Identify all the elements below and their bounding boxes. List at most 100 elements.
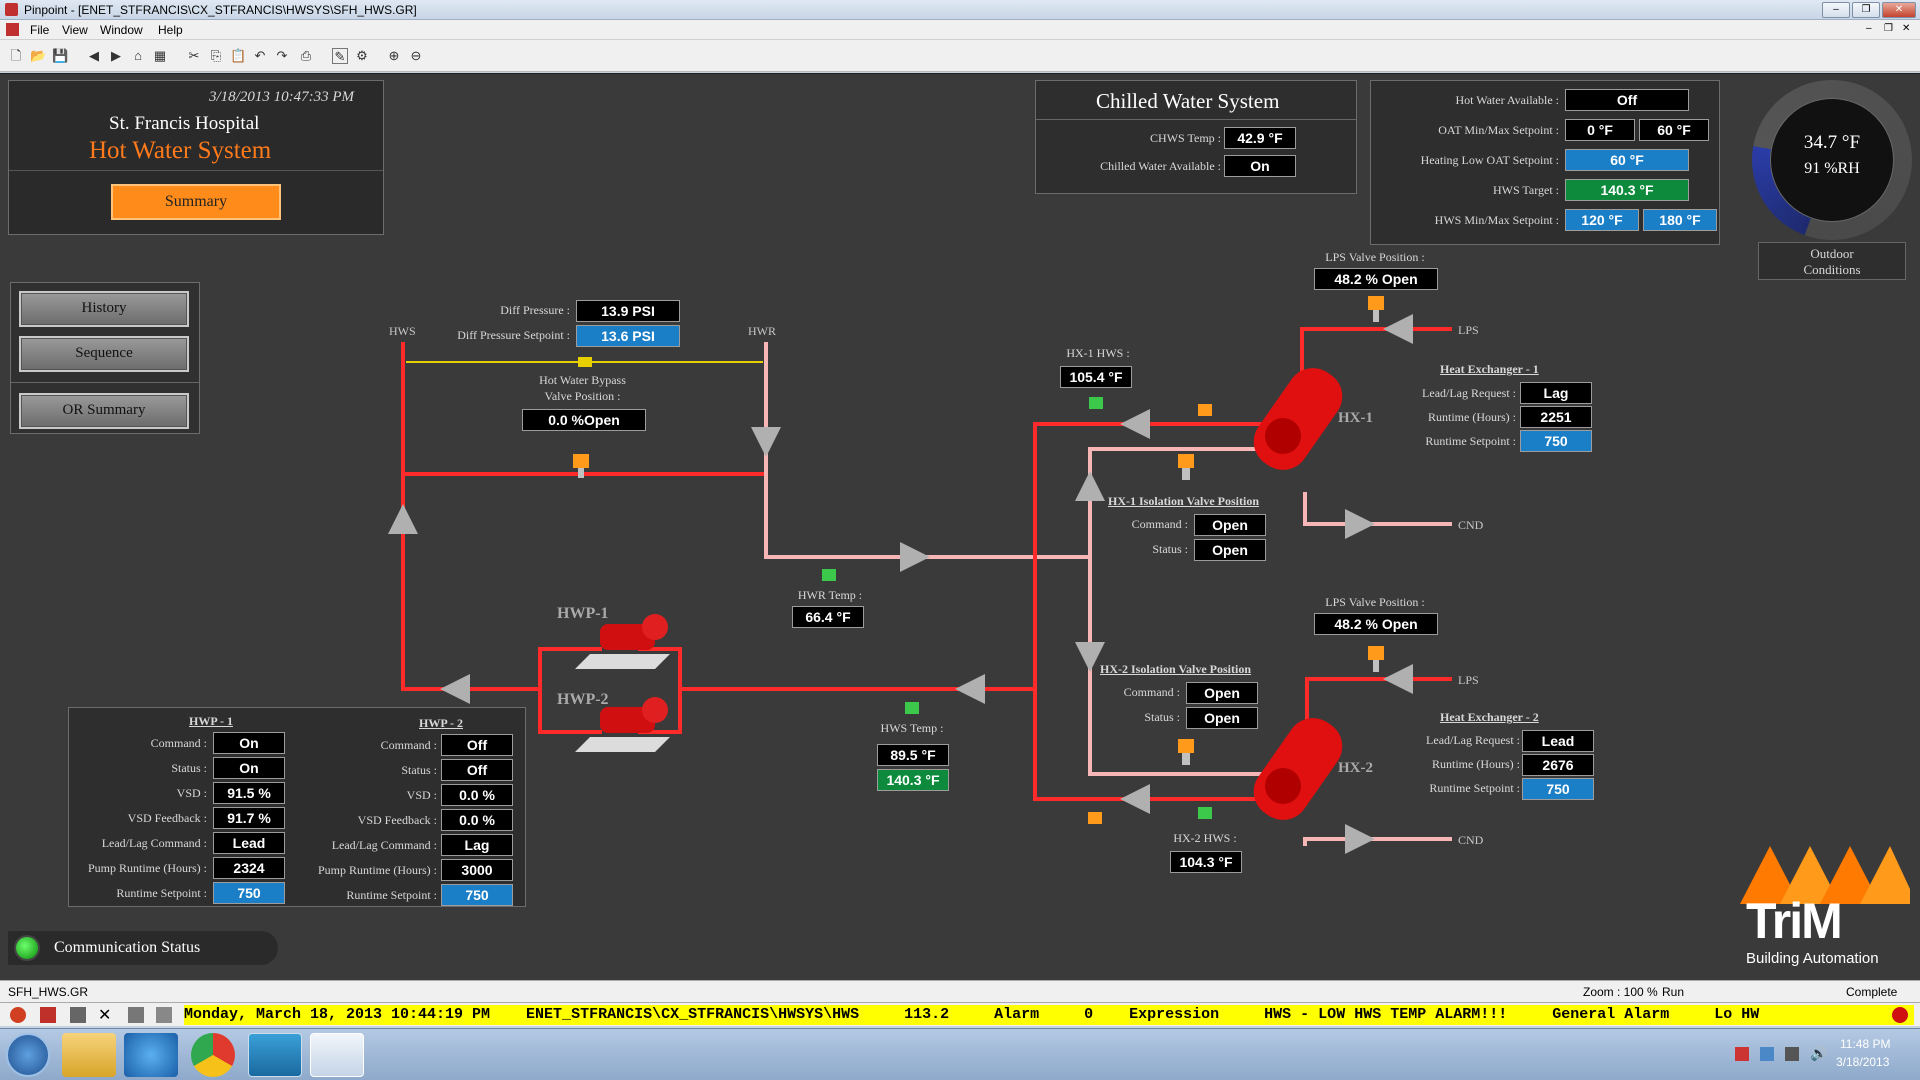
window-title: Pinpoint - [ENET_STFRANCIS\CX_STFRANCIS\… xyxy=(24,3,417,17)
outdoor-conditions[interactable]: 34.7 °F 91 %RH Outdoor Conditions xyxy=(1752,80,1912,285)
hx1-leadlag-value: Lag xyxy=(1520,382,1592,404)
alarm-list-icon[interactable] xyxy=(70,1007,86,1023)
menu-view[interactable]: View xyxy=(62,23,88,37)
hx1-iso-title: HX-1 Isolation Valve Position xyxy=(1108,494,1260,508)
hws-temp-label: HWS Temp : xyxy=(880,721,944,735)
save-icon[interactable]: 💾 xyxy=(52,48,68,64)
lps-valve-1-value: 48.2 % Open xyxy=(1314,268,1438,290)
hwp1-runtime-sp-value[interactable]: 750 xyxy=(213,882,285,904)
taskbar-time[interactable]: 11:48 PM xyxy=(1840,1037,1890,1051)
diff-pressure-setpoint-label: Diff Pressure Setpoint : xyxy=(457,328,570,342)
hws-min-value[interactable]: 120 °F xyxy=(1565,209,1639,231)
mdi-close-button[interactable]: ✕ xyxy=(1902,23,1910,34)
minimize-button[interactable]: ‒ xyxy=(1822,2,1850,18)
copy-icon[interactable]: ⎘ xyxy=(208,48,224,64)
chilled-available-label: Chilled Water Available : xyxy=(1100,159,1221,173)
hws-max-value[interactable]: 180 °F xyxy=(1643,209,1717,231)
edit-icon[interactable]: ✎ xyxy=(332,48,348,64)
print-icon[interactable]: ⎙ xyxy=(298,48,314,64)
hws-minmax-label: HWS Min/Max Setpoint : xyxy=(1434,213,1559,227)
start-button[interactable] xyxy=(6,1033,50,1077)
alarm-status-icon xyxy=(1892,1007,1908,1023)
hws-temp-value: 89.5 °F xyxy=(877,744,949,766)
redo-icon[interactable]: ↷ xyxy=(274,48,290,64)
hx2-iso-command-label: Command : xyxy=(1123,685,1180,699)
tray-volume-icon[interactable] xyxy=(1785,1047,1799,1061)
undo-icon[interactable]: ↶ xyxy=(252,48,268,64)
lps-valve-2-label: LPS Valve Position : xyxy=(1325,595,1425,609)
summary-button[interactable]: Summary xyxy=(111,184,281,220)
cut-icon[interactable]: ✂ xyxy=(186,48,202,64)
hwp2-vsd-label: VSD : xyxy=(406,788,437,802)
zoom-out-icon[interactable]: ⊖ xyxy=(408,48,424,64)
hw-available-label: Hot Water Available : xyxy=(1455,93,1559,107)
ie-taskbar-icon[interactable] xyxy=(124,1033,178,1077)
menu-window[interactable]: Window xyxy=(100,23,143,37)
timestamp: 3/18/2013 10:47:33 PM xyxy=(209,89,354,105)
hwp-2-name: HWP-2 xyxy=(557,691,609,708)
hx2-runtime-label: Runtime (Hours) : xyxy=(1432,757,1520,771)
hx1-runtime-label: Runtime (Hours) : xyxy=(1428,410,1516,424)
heating-low-oat-value[interactable]: 60 °F xyxy=(1565,149,1689,171)
app-taskbar-icon[interactable] xyxy=(248,1033,302,1077)
alarm-bell-icon[interactable] xyxy=(10,1007,26,1023)
back-icon[interactable]: ◀ xyxy=(86,48,102,64)
hwr-temp-value: 66.4 °F xyxy=(792,606,864,628)
sequence-button[interactable]: Sequence xyxy=(19,336,189,372)
chrome-taskbar-icon[interactable] xyxy=(191,1033,235,1077)
paste-icon[interactable]: 📋 xyxy=(230,48,246,64)
menu-file[interactable]: File xyxy=(30,23,49,37)
pinpoint-taskbar-icon[interactable] xyxy=(310,1033,364,1077)
hx1-leadlag-label: Lead/Lag Request : xyxy=(1422,386,1516,400)
bypass-value: 0.0 %Open xyxy=(522,409,646,431)
or-summary-button[interactable]: OR Summary xyxy=(19,393,189,429)
alarm-clear-icon[interactable]: ✕ xyxy=(98,1005,111,1025)
hx1-iso-status-label: Status : xyxy=(1152,542,1188,556)
chilled-available-value: On xyxy=(1224,155,1296,177)
mdi-restore-button[interactable]: ❐ xyxy=(1884,23,1893,34)
alarm-settings-icon[interactable] xyxy=(156,1007,172,1023)
explorer-taskbar-icon[interactable] xyxy=(62,1033,116,1077)
hwp2-leadlag-value: Lag xyxy=(441,834,513,856)
restore-button[interactable]: ❐ xyxy=(1852,2,1880,18)
run-icon[interactable]: ⚙ xyxy=(354,48,370,64)
tray-network-icon[interactable] xyxy=(1760,1047,1774,1061)
tray-speaker-icon[interactable]: 🔊 xyxy=(1810,1045,1827,1062)
hx1-hws-label: HX-1 HWS : xyxy=(1066,346,1130,360)
hwp1-status-label: Status : xyxy=(171,761,207,775)
hx1-runtime-sp-label: Runtime Setpoint : xyxy=(1425,434,1516,448)
new-icon[interactable]: 🗋 xyxy=(8,48,24,64)
status-complete: Complete xyxy=(1846,985,1898,999)
forward-icon[interactable]: ▶ xyxy=(108,48,124,64)
trim-logo: TriM Building Automation xyxy=(1740,834,1910,974)
nav-divider xyxy=(11,382,199,383)
history-button[interactable]: History xyxy=(19,291,189,327)
hx1-runtime-sp-value[interactable]: 750 xyxy=(1520,430,1592,452)
alarm-ack-icon[interactable] xyxy=(40,1007,56,1023)
hx2-iso-command-value: Open xyxy=(1186,682,1258,704)
alarm-ticker[interactable]: Monday, March 18, 2013 10:44:19 PM ENET_… xyxy=(184,1005,1914,1025)
hwp2-runtime-sp-value[interactable]: 750 xyxy=(441,884,513,906)
menu-help[interactable]: Help xyxy=(158,23,183,37)
zoom-in-icon[interactable]: ⊕ xyxy=(386,48,402,64)
tray-flag-icon[interactable] xyxy=(1735,1047,1749,1061)
taskbar: 🔊 11:48 PM 3/18/2013 xyxy=(0,1028,1920,1080)
hwp2-runtime-sp-label: Runtime Setpoint : xyxy=(346,888,437,902)
hx-2-shape xyxy=(1253,718,1343,820)
mdi-minimize-button[interactable]: ‒ xyxy=(1866,23,1872,34)
home-icon[interactable]: ⌂ xyxy=(130,48,146,64)
taskbar-date[interactable]: 3/18/2013 xyxy=(1836,1055,1889,1069)
open-icon[interactable]: 📂 xyxy=(30,48,46,64)
hwp1-vsd-label: VSD : xyxy=(176,786,207,800)
lps-pipe-label-1: LPS xyxy=(1458,323,1479,337)
alarm-print-icon[interactable] xyxy=(128,1007,144,1023)
close-button[interactable]: ✕ xyxy=(1882,2,1916,18)
hx2-runtime-value: 2676 xyxy=(1522,754,1594,776)
status-file: SFH_HWS.GR xyxy=(8,985,89,999)
hx-1-shape xyxy=(1253,368,1343,470)
grid-icon[interactable]: ▦ xyxy=(152,48,168,64)
diff-pressure-setpoint-value[interactable]: 13.6 PSI xyxy=(576,325,680,347)
hx2-runtime-sp-value[interactable]: 750 xyxy=(1522,778,1594,800)
toolbar: 🗋 📂 💾 ◀ ▶ ⌂ ▦ ✂ ⎘ 📋 ↶ ↷ ⎙ ✎ ⚙ ⊕ ⊖ xyxy=(0,40,1920,72)
hws-target-value: 140.3 °F xyxy=(1565,179,1689,201)
